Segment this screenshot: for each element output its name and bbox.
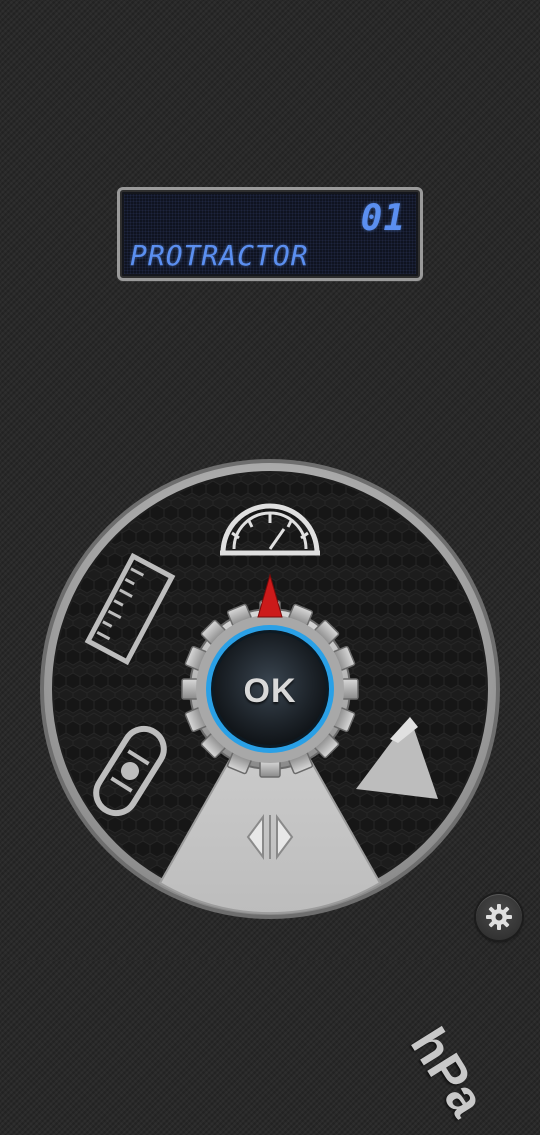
lcd-mode-name: PROTRACTOR xyxy=(130,239,309,272)
ok-button-label[interactable]: OK xyxy=(210,671,330,711)
settings-button[interactable] xyxy=(476,894,522,940)
lcd-display: 01 PROTRACTOR xyxy=(117,187,423,281)
barometer-hpa-icon[interactable]: hPa xyxy=(393,1009,502,1134)
lcd-mode-number: 01 xyxy=(360,198,406,239)
lcd-screen: 01 PROTRACTOR xyxy=(124,194,416,274)
gear-icon xyxy=(486,904,512,930)
